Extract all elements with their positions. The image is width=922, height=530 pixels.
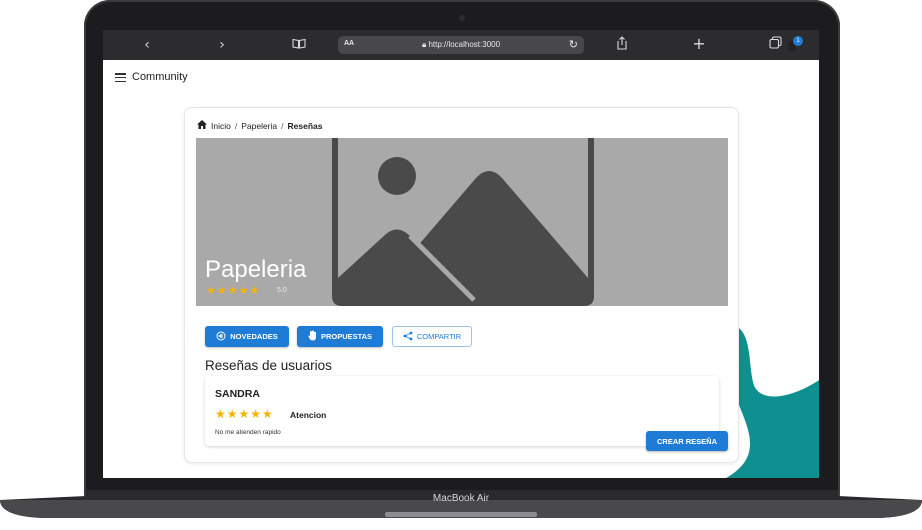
novedades-label: NOVEDADES	[230, 332, 278, 341]
compartir-button[interactable]: COMPARTIR	[392, 326, 472, 347]
news-icon	[216, 331, 226, 343]
browser-toolbar: ‹ › AA 🔒︎ http://localhost:3000 ↻ +	[103, 30, 819, 60]
share-nodes-icon	[403, 331, 413, 343]
device-label: MacBook Air	[432, 493, 490, 504]
chevron-left-icon[interactable]: ‹	[137, 36, 157, 54]
tabs-icon[interactable]	[765, 36, 785, 54]
compartir-label: COMPARTIR	[416, 332, 462, 341]
breadcrumb-separator: /	[281, 120, 284, 131]
url-text: http://localhost:3000	[428, 40, 501, 49]
breadcrumb-current: Reseñas	[287, 120, 323, 131]
rating-value: 5.0	[277, 287, 287, 294]
notification-badge: 1	[793, 36, 803, 46]
app-bar: Community	[103, 60, 819, 96]
review-author: SANDRA	[215, 388, 260, 400]
screen: ‹ › AA 🔒︎ http://localhost:3000 ↻ + Comm…	[103, 30, 819, 478]
breadcrumb: Inicio / Papeleria / Reseñas	[197, 120, 322, 131]
propuestas-button[interactable]: PROPUESTAS	[297, 326, 383, 347]
reviews-section-title: Reseñas de usuarios	[205, 358, 332, 373]
hand-icon	[308, 330, 317, 343]
create-review-button[interactable]: CREAR RESEÑA	[646, 431, 728, 451]
novedades-button[interactable]: NOVEDADES	[205, 326, 289, 347]
share-icon[interactable]	[612, 36, 632, 55]
review-category: Atencion	[290, 410, 327, 420]
store-title: Papeleria	[205, 256, 307, 283]
propuestas-label: PROPUESTAS	[320, 332, 373, 341]
review-stars: ★★★★★	[215, 407, 274, 421]
home-icon[interactable]	[197, 120, 207, 131]
rating-stars: ★★★★★	[206, 285, 261, 297]
review-text: No me atienden rapido	[215, 429, 281, 436]
address-bar[interactable]: AA 🔒︎ http://localhost:3000 ↻	[338, 36, 584, 54]
store-hero-image: Papeleria ★★★★★ 5.0	[196, 138, 728, 306]
lock-icon: 🔒︎	[421, 40, 427, 49]
breadcrumb-home[interactable]: Inicio	[211, 121, 231, 131]
breadcrumb-separator: /	[234, 120, 238, 131]
menu-icon[interactable]	[115, 73, 126, 83]
breadcrumb-category[interactable]: Papeleria	[241, 121, 277, 131]
plus-icon[interactable]: +	[689, 35, 709, 53]
app-title: Community	[132, 71, 188, 83]
review-card: SANDRA ★★★★★ Atencion No me atienden rap…	[205, 376, 719, 446]
camera	[459, 15, 465, 21]
chevron-right-icon[interactable]: ›	[212, 36, 232, 54]
reload-icon[interactable]: ↻	[569, 38, 578, 51]
store-card: Inicio / Papeleria / Reseñas Papeleria ★…	[184, 107, 739, 463]
book-icon[interactable]	[289, 36, 309, 54]
